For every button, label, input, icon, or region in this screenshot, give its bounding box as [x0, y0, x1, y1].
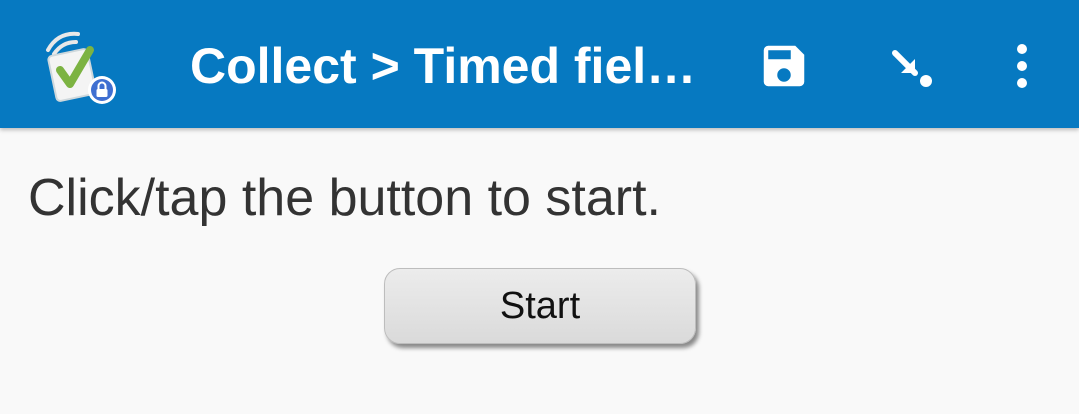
- more-vert-icon[interactable]: [994, 38, 1050, 94]
- question-prompt: Click/tap the button to start.: [28, 169, 661, 227]
- go-to-prompt-icon[interactable]: [884, 38, 940, 94]
- save-icon[interactable]: [756, 38, 812, 94]
- app-toolbar: Collect > Timed fiel…: [0, 0, 1079, 128]
- form-content: Click/tap the button to start. Start: [0, 128, 1079, 414]
- app-icon[interactable]: [38, 28, 118, 108]
- toolbar-title: Collect > Timed fiel…: [190, 38, 697, 94]
- start-button[interactable]: Start: [384, 268, 696, 344]
